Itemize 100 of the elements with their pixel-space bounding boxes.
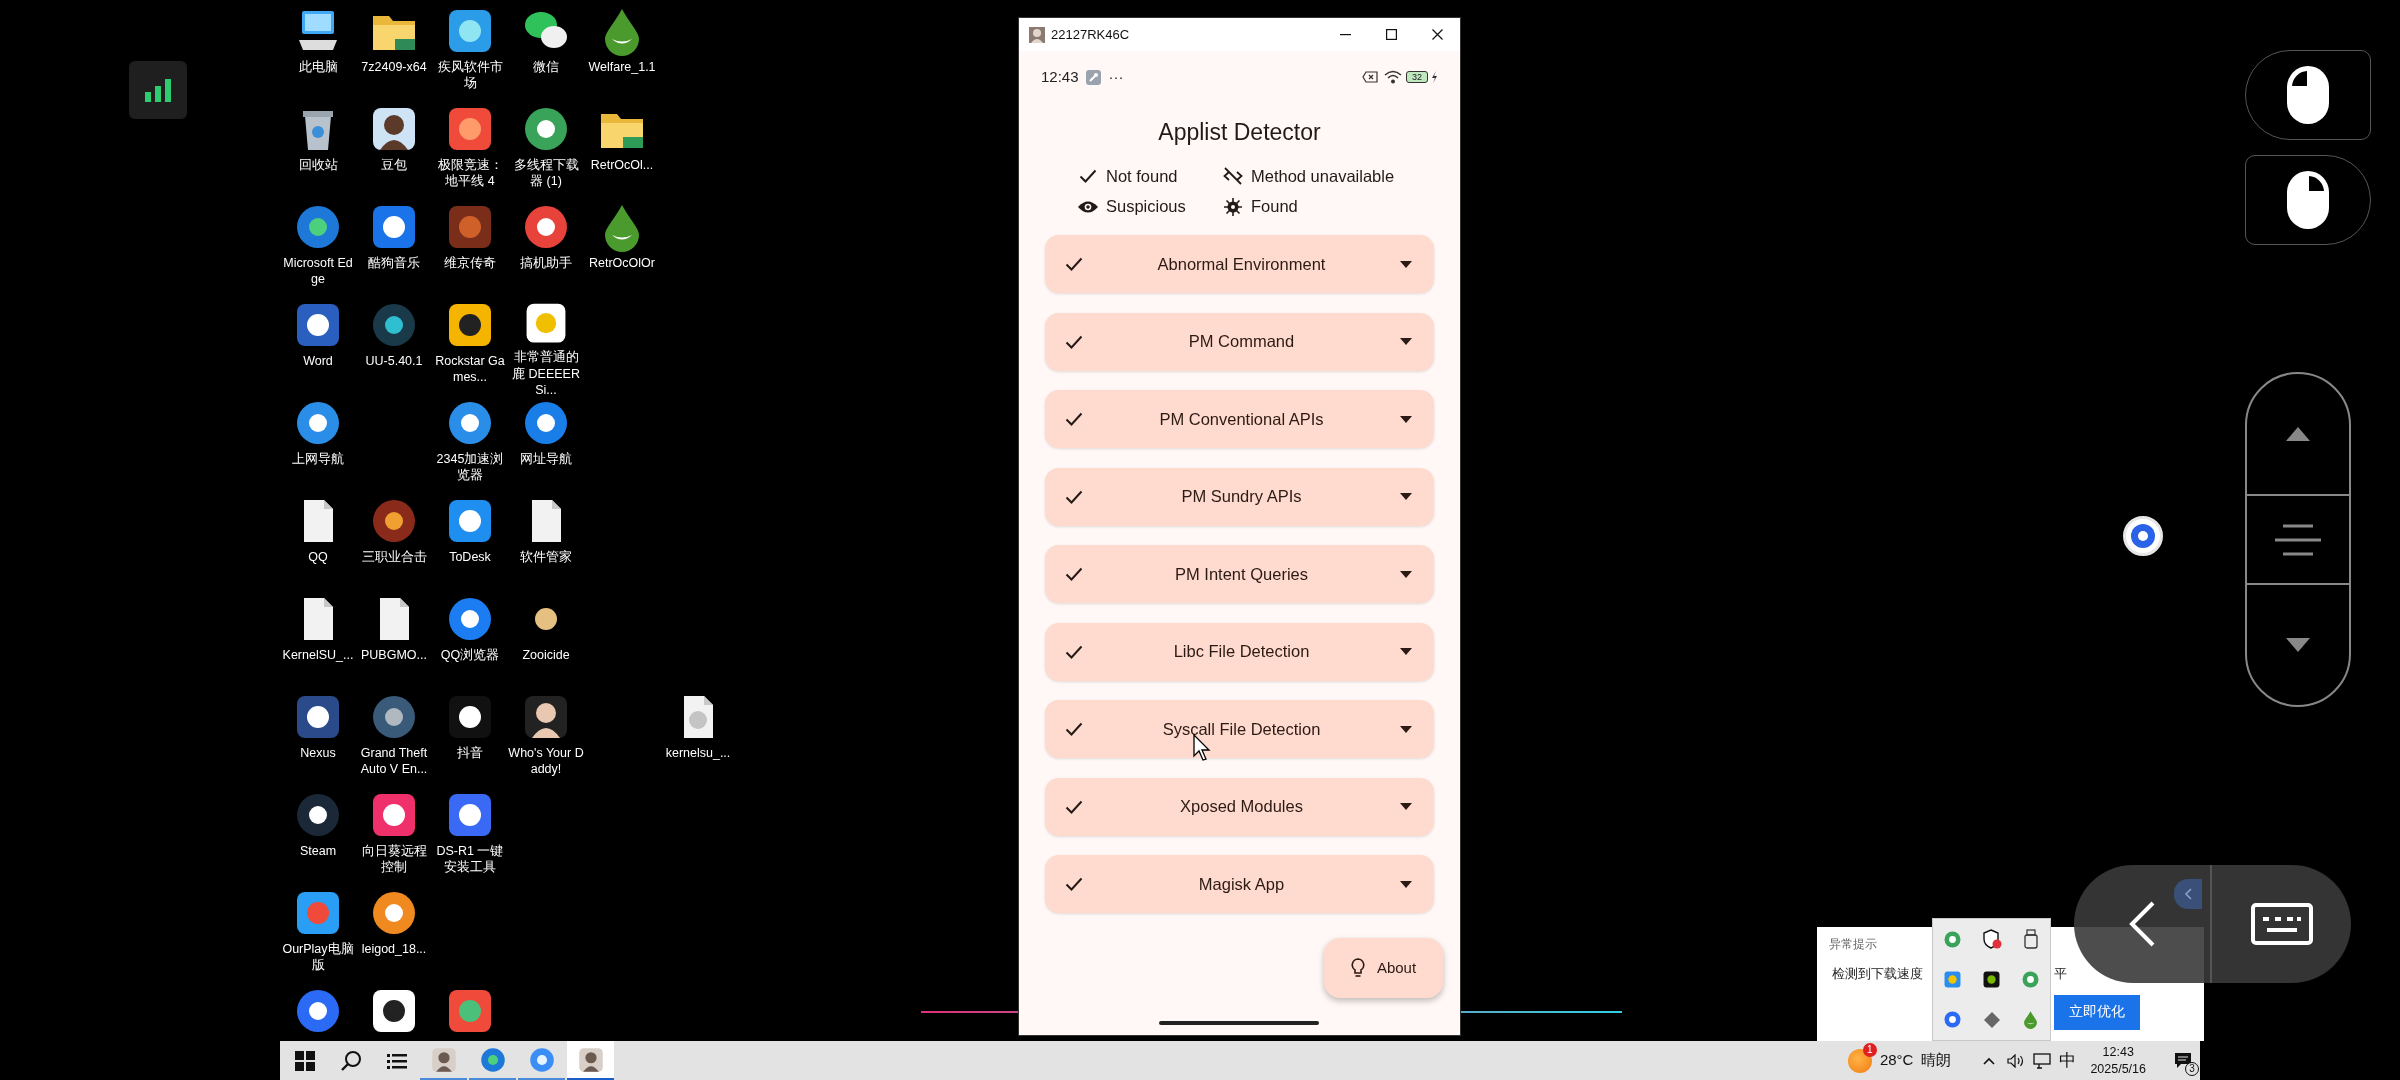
icon-label: kernelsu_... [664, 745, 732, 762]
app-icon [2130, 523, 2156, 549]
wrench-icon [1085, 69, 1101, 85]
icon-label: 豆包 [380, 157, 408, 174]
scroll-menu-button[interactable] [2247, 494, 2349, 585]
detection-item[interactable]: Xposed Modules [1045, 777, 1434, 836]
app-title: Applist Detector [1158, 118, 1321, 147]
floating-button[interactable] [2123, 516, 2163, 556]
check-icon [1065, 721, 1083, 737]
icon-label: RetrOcOlOr [588, 255, 656, 272]
check-icon [1065, 256, 1083, 272]
popup-message: 平 [2054, 965, 2067, 983]
window-title: 22127RK46C [1051, 25, 1130, 44]
diamond-icon [1982, 1010, 2001, 1029]
mouse-icon [2286, 170, 2330, 230]
about-button[interactable]: About [1324, 938, 1443, 998]
icon-label: Word [302, 353, 334, 370]
list-icon [387, 1052, 407, 1069]
triangle-up-icon [2286, 427, 2310, 441]
icon-label: QQ浏览器 [439, 647, 501, 664]
icon-label: Nexus [299, 745, 337, 762]
mouse-icon [2286, 65, 2330, 125]
search-icon [340, 1049, 362, 1072]
speaker-icon [2007, 1053, 2026, 1068]
icon-label: 抖音 [456, 745, 484, 762]
clock-date: 2025/5/16 [2090, 1060, 2146, 1077]
icon-label: RetrOcOl... [589, 157, 655, 174]
detection-item[interactable]: Abnormal Environment [1045, 235, 1434, 293]
right-click-button[interactable] [2245, 155, 2371, 245]
detection-item[interactable]: PM Intent Queries [1045, 545, 1434, 603]
app-icon [1943, 1010, 1962, 1030]
detection-item[interactable]: PM Conventional APIs [1045, 390, 1434, 448]
app-icon [429, 1045, 458, 1074]
app-icon [1943, 970, 1962, 989]
icon-label: QQ [307, 549, 329, 566]
battery-indicator: 32 [1406, 71, 1428, 83]
legend-label: Found [1251, 196, 1298, 218]
detection-item[interactable]: Magisk App [1045, 855, 1434, 913]
popup-title: 异常提示 [1829, 936, 1877, 953]
sim-off-icon [1362, 71, 1378, 83]
icon-label: leigod_18... [360, 941, 428, 958]
close-icon [1431, 29, 1443, 40]
windows-logo-icon [295, 1050, 315, 1071]
caret-down-icon [1400, 415, 1412, 423]
input-method-text[interactable]: 中 [2059, 1047, 2077, 1074]
icon-label: 回收站 [297, 157, 339, 174]
icon-label: Rockstar Games... [434, 353, 506, 386]
detection-item[interactable]: Syscall File Detection [1045, 700, 1434, 758]
detection-item[interactable]: PM Command [1045, 312, 1434, 371]
taskbar-app-button[interactable] [567, 1041, 614, 1080]
temperature-text: 28°C [1879, 1050, 1914, 1071]
legend-label: Method unavailable [1251, 165, 1395, 187]
status-time: 12:43 [1041, 66, 1079, 87]
caret-down-icon [1400, 260, 1412, 268]
detection-item[interactable]: Libc File Detection [1045, 622, 1434, 681]
check-icon [1065, 643, 1083, 660]
check-icon [1065, 488, 1083, 505]
maximize-icon [1385, 29, 1397, 40]
app-icon [2021, 970, 2040, 989]
notification-center-button[interactable]: 3 [2166, 1041, 2200, 1080]
icon-label: Zooicide [521, 647, 571, 664]
app-icon [1943, 929, 1962, 949]
detection-item[interactable]: PM Sundry APIs [1045, 467, 1434, 526]
icon-label: KernelSU_... [281, 647, 355, 664]
icon-label: 软件管家 [519, 549, 573, 566]
notification-count: 3 [2185, 1062, 2199, 1076]
collapse-button[interactable] [2174, 879, 2202, 909]
icon-label: PUBGMO... [360, 647, 428, 664]
icon-label: UU-5.40.1 [364, 353, 424, 370]
caret-down-icon [1400, 725, 1412, 733]
left-click-button[interactable] [2245, 50, 2371, 140]
wifi-icon [1384, 70, 1402, 84]
icon-label: DS-R1 一键安装工具 [435, 843, 505, 876]
chevron-up-icon [1983, 1056, 1996, 1065]
bug-icon [1223, 196, 1243, 217]
icon-label: Who's Your Daddy! [508, 745, 584, 778]
legend-label: Not found [1106, 165, 1178, 187]
check-icon [1079, 167, 1097, 184]
menu-icon [2273, 522, 2323, 557]
chevron-left-icon [2184, 888, 2192, 900]
icon-label: 网址导航 [519, 451, 573, 468]
icon-label: 微信 [532, 59, 560, 76]
bar-chart-icon [129, 61, 187, 119]
icon-label: 上网导航 [291, 451, 345, 468]
drop-icon [2021, 1010, 2040, 1030]
caret-down-icon [1400, 570, 1412, 578]
icon-label: 维京传奇 [443, 255, 497, 272]
icon-label: 多线程下载器 (1) [512, 157, 580, 190]
network-icon [2033, 1052, 2052, 1069]
caret-down-icon [1400, 493, 1412, 500]
more-indicator: ··· [1108, 66, 1124, 87]
icon-label: 向日葵远程控制 [360, 843, 428, 876]
icon-label: Welfare_1.1 [587, 59, 657, 76]
app-icon [478, 1045, 507, 1074]
clock-time: 12:43 [2102, 1044, 2134, 1061]
check-icon [1065, 411, 1083, 427]
optimize-button[interactable]: 立即优化 [2054, 995, 2140, 1030]
caret-down-icon [1400, 803, 1412, 810]
app-icon [527, 1045, 556, 1074]
popup-message: 检测到下载速度 [1832, 965, 1923, 983]
